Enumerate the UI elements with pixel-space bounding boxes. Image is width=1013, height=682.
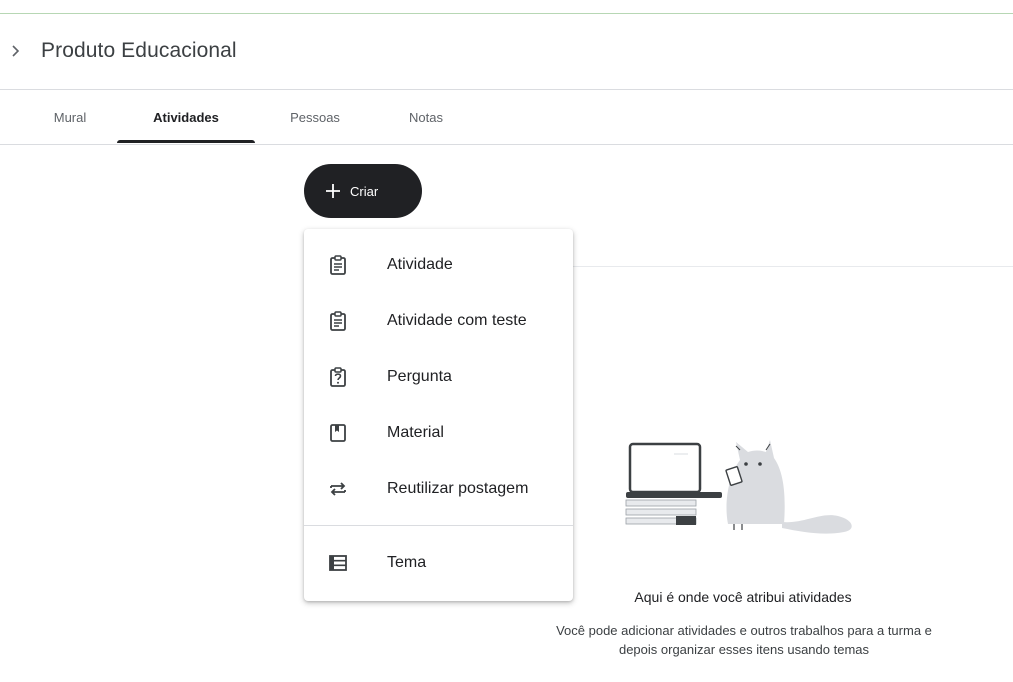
assignment-icon (326, 253, 350, 277)
empty-state-description: Você pode adicionar atividades e outros … (556, 623, 932, 657)
tab-bar: Mural Atividades Pessoas Notas (0, 90, 1013, 144)
menu-item-label: Pergunta (387, 368, 452, 385)
chevron-right-icon[interactable] (10, 40, 30, 62)
empty-state-title: Aqui é onde você atribui atividades (634, 589, 852, 605)
menu-item-atividade-com-teste[interactable]: Atividade com teste (304, 293, 573, 349)
content-divider (573, 266, 1013, 267)
tab-pessoas[interactable]: Pessoas (276, 90, 354, 144)
tab-atividades[interactable]: Atividades (117, 90, 255, 144)
menu-separator (304, 525, 573, 526)
top-border-line (0, 13, 1013, 14)
repeat-icon (326, 477, 350, 501)
tab-notas[interactable]: Notas (398, 90, 454, 144)
menu-item-pergunta[interactable]: Pergunta (304, 349, 573, 405)
menu-item-label: Material (387, 424, 444, 441)
material-icon (326, 421, 350, 445)
question-icon (326, 365, 350, 389)
menu-item-reutilizar-postagem[interactable]: Reutilizar postagem (304, 461, 573, 517)
menu-item-atividade[interactable]: Atividade (304, 237, 573, 293)
menu-item-material[interactable]: Material (304, 405, 573, 461)
menu-item-label: Reutilizar postagem (387, 480, 529, 497)
tab-mural[interactable]: Mural (44, 90, 96, 144)
page-title: Produto Educacional (41, 39, 237, 62)
menu-item-label: Tema (387, 554, 427, 571)
menu-item-label: Atividade (387, 256, 453, 273)
quiz-assignment-icon (326, 309, 350, 333)
cat-with-laptop-illustration (624, 420, 864, 542)
menu-item-tema[interactable]: Tema (304, 535, 573, 591)
topic-list-icon (326, 551, 350, 575)
create-button[interactable]: Criar (304, 164, 422, 218)
active-tab-indicator (117, 140, 255, 143)
create-menu: Atividade Atividade com teste Pergunta M… (304, 229, 573, 601)
create-button-label: Criar (350, 183, 379, 199)
plus-icon (322, 180, 344, 202)
tabs-divider (0, 144, 1013, 145)
breadcrumb: Produto Educacional (10, 36, 237, 66)
menu-item-label: Atividade com teste (387, 312, 527, 329)
